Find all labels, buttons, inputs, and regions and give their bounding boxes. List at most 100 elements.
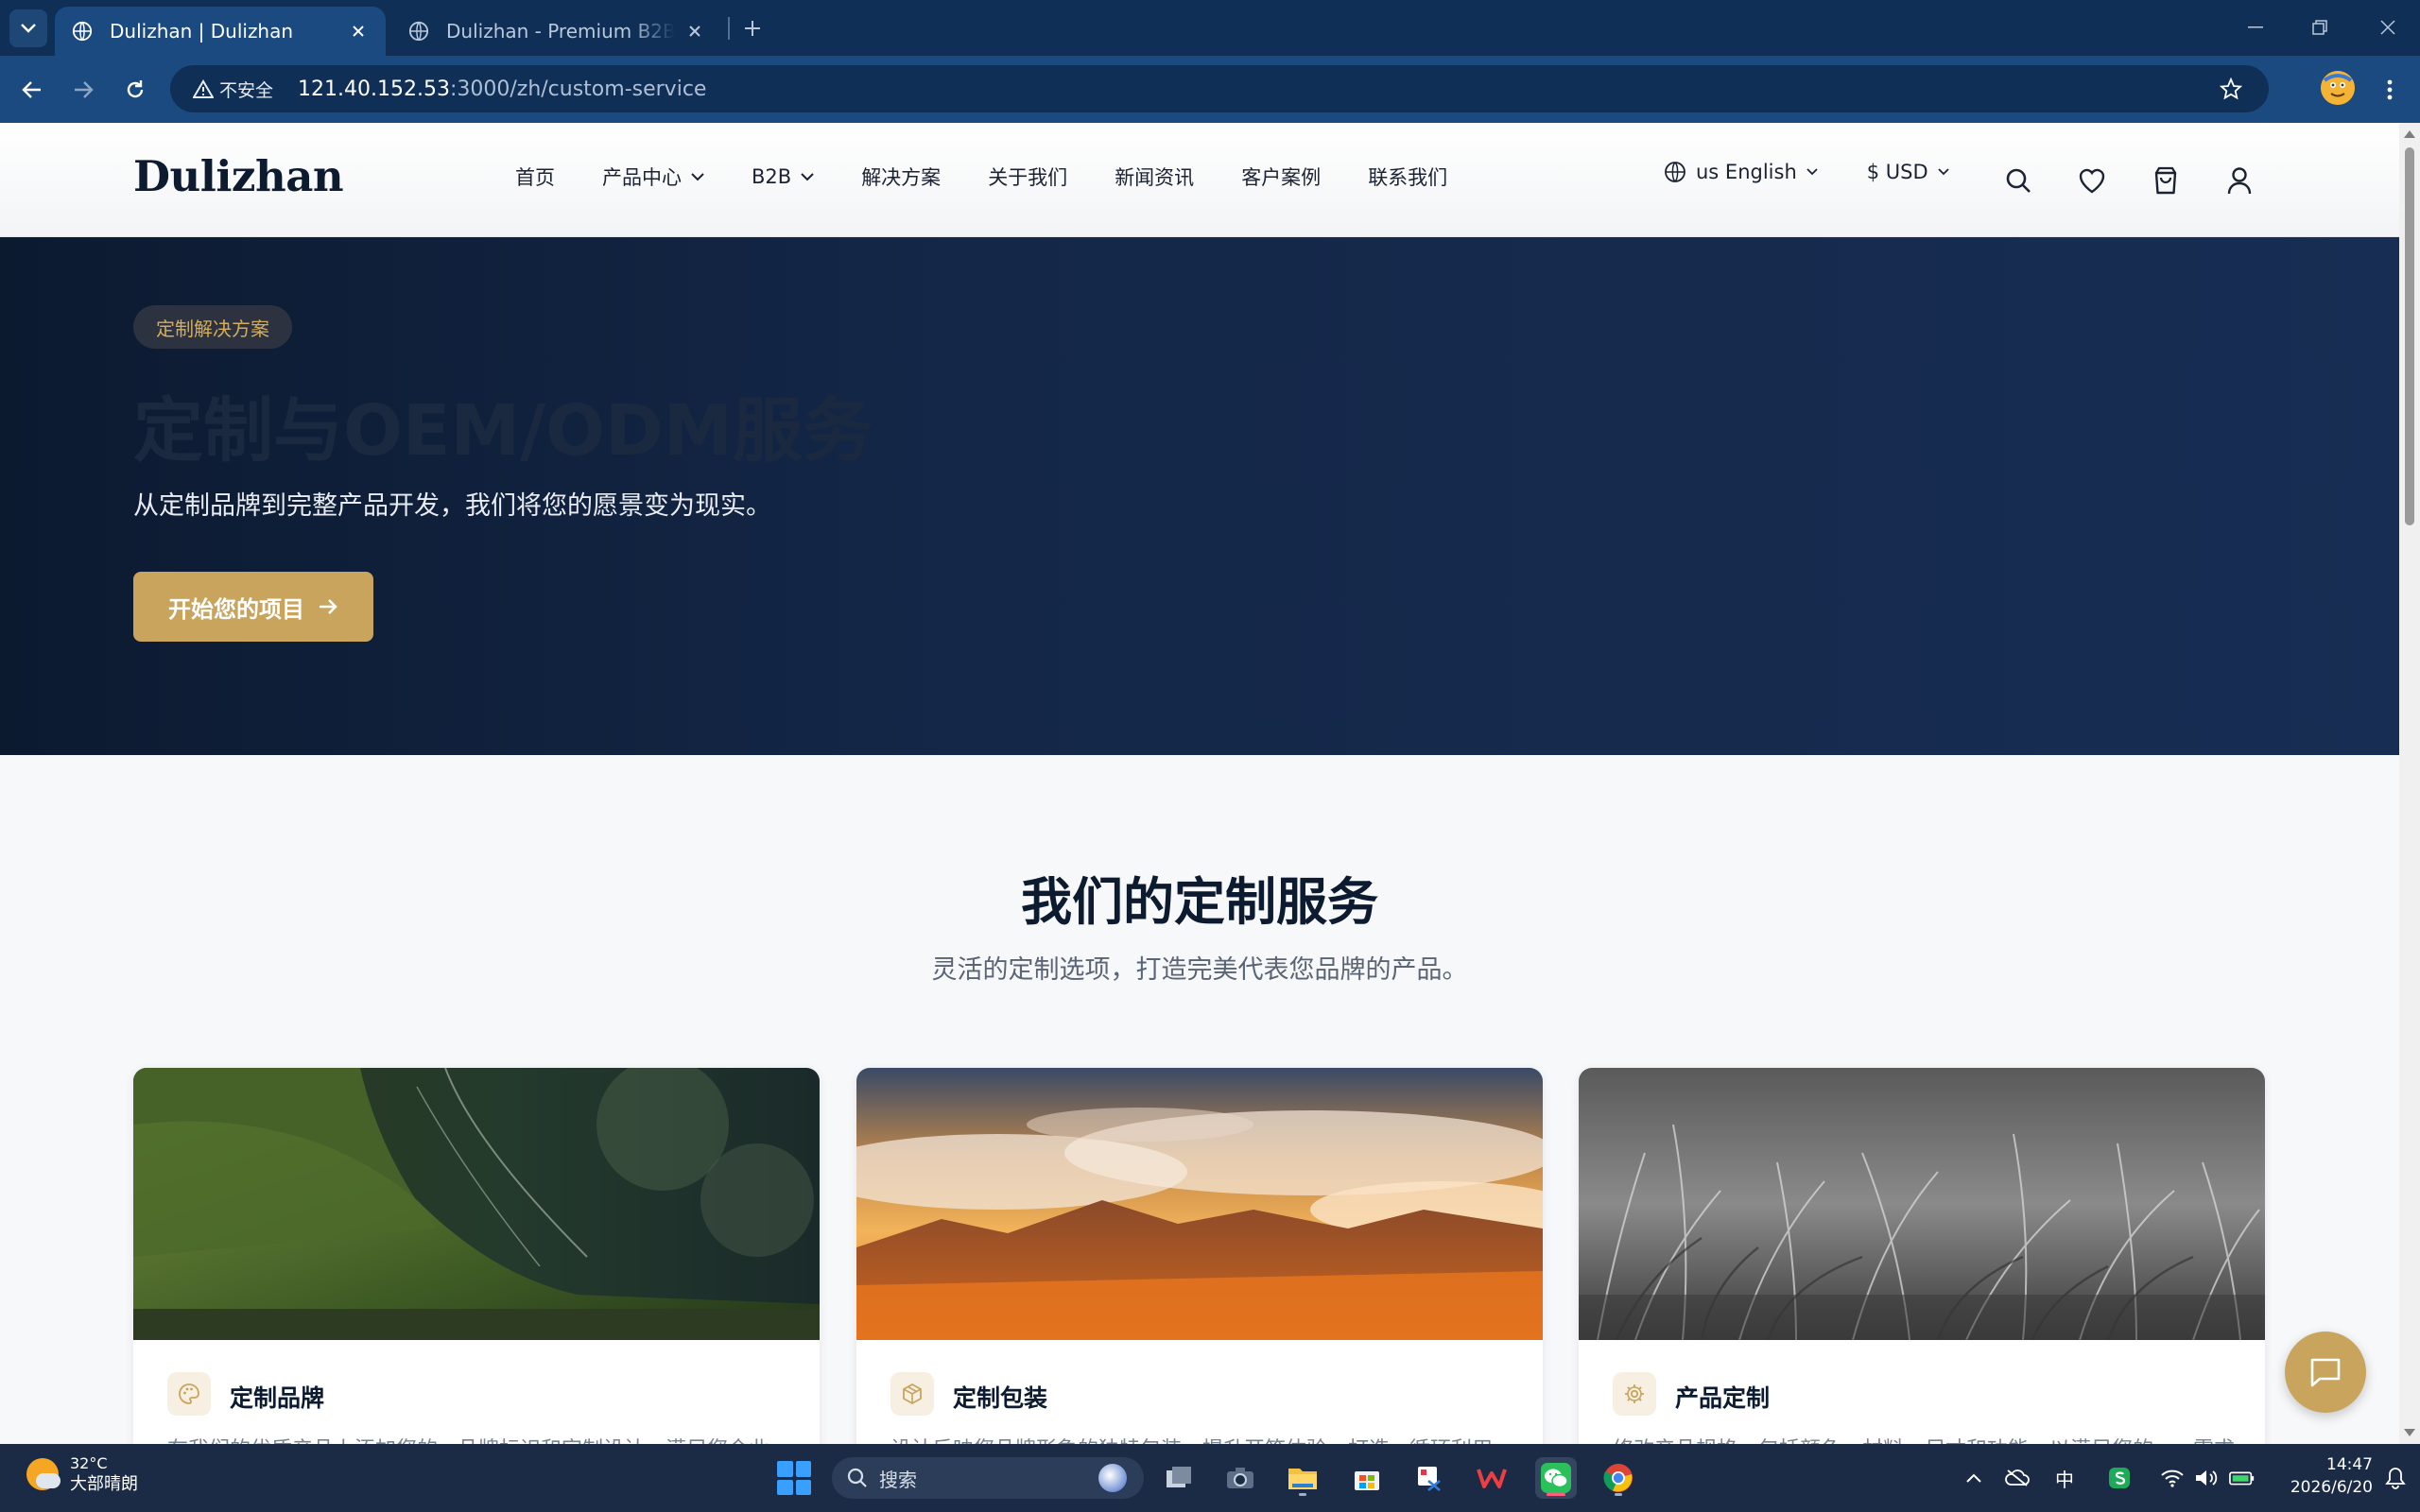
nav-item-news[interactable]: 新闻资讯 bbox=[1115, 163, 1194, 191]
scroll-up-arrow[interactable] bbox=[2404, 130, 2415, 138]
minimize-icon bbox=[2248, 26, 2263, 28]
security-chip[interactable]: 不安全 bbox=[182, 72, 285, 106]
nav-item-b2b[interactable]: B2B bbox=[752, 165, 814, 188]
account-button[interactable] bbox=[2223, 164, 2256, 197]
currency-label: $ USD bbox=[1866, 161, 1928, 183]
tab-title: Dulizhan - Premium B2B Solutions bbox=[446, 20, 675, 43]
profile-avatar[interactable] bbox=[2321, 71, 2355, 105]
wps-icon bbox=[1477, 1469, 1507, 1488]
start-button[interactable] bbox=[777, 1461, 811, 1495]
url-path: :3000/zh/custom-service bbox=[449, 77, 707, 101]
wifi-status[interactable] bbox=[2159, 1465, 2186, 1491]
taskbar-app-camera[interactable] bbox=[1219, 1457, 1261, 1499]
wifi-icon bbox=[2161, 1469, 2184, 1487]
plus-icon bbox=[745, 21, 760, 36]
reload-button[interactable] bbox=[116, 71, 154, 109]
page-scrollbar[interactable] bbox=[2399, 123, 2420, 1444]
nav-item-contact[interactable]: 联系我们 bbox=[1368, 163, 1447, 191]
hero-subtitle: 从定制品牌到完整产品开发，我们将您的愿景变为现实。 bbox=[133, 491, 771, 521]
card-description: 设计反映您品牌形象的独特包装，提升开箱体验，打造...循环利用... bbox=[890, 1433, 1514, 1444]
close-icon bbox=[2380, 20, 2395, 35]
chat-button[interactable] bbox=[2285, 1332, 2366, 1413]
system-clock[interactable]: 14:47 2026/6/20 bbox=[2259, 1453, 2373, 1499]
tab-search-button[interactable] bbox=[9, 9, 47, 47]
gear-icon bbox=[1613, 1372, 1656, 1416]
restore-button[interactable] bbox=[2299, 9, 2341, 45]
battery-status[interactable] bbox=[2229, 1465, 2256, 1491]
address-bar[interactable]: 不安全 121.40.152.53:3000/zh/custom-service bbox=[170, 65, 2269, 112]
taskbar-app-wps[interactable] bbox=[1471, 1457, 1512, 1499]
chevron-down-icon bbox=[1806, 168, 1818, 176]
nav-item-about[interactable]: 关于我们 bbox=[988, 163, 1067, 191]
search-highlight-icon bbox=[1098, 1464, 1127, 1492]
tab-title: Dulizhan | Dulizhan bbox=[110, 20, 294, 43]
start-project-button[interactable]: 开始您的项目 bbox=[133, 572, 373, 642]
weather-widget[interactable]: 32°C 大部晴朗 bbox=[26, 1453, 138, 1495]
service-card-packaging[interactable]: 定制包装 设计反映您品牌形象的独特包装，提升开箱体验，打造...循环利用... bbox=[856, 1068, 1543, 1444]
battery-icon bbox=[2229, 1471, 2255, 1486]
currency-selector[interactable]: $ USD bbox=[1867, 161, 1949, 183]
browser-toolbar: 不安全 121.40.152.53:3000/zh/custom-service bbox=[0, 56, 2420, 123]
window-close-button[interactable] bbox=[2367, 9, 2409, 45]
url-text[interactable]: 121.40.152.53:3000/zh/custom-service bbox=[298, 77, 706, 101]
task-view-button[interactable] bbox=[1159, 1457, 1201, 1499]
nav-label: B2B bbox=[752, 165, 792, 188]
nav-item-cases[interactable]: 客户案例 bbox=[1241, 163, 1321, 191]
tab-inactive[interactable]: Dulizhan - Premium B2B Solutions bbox=[391, 7, 722, 56]
volume-status[interactable] bbox=[2193, 1465, 2220, 1491]
warning-icon bbox=[193, 79, 214, 98]
new-tab-button[interactable] bbox=[737, 13, 768, 43]
camera-icon bbox=[1227, 1468, 1253, 1488]
sunset-mountains-photo bbox=[856, 1068, 1543, 1340]
nav-item-home[interactable]: 首页 bbox=[515, 163, 555, 191]
minimize-button[interactable] bbox=[2235, 9, 2276, 45]
tray-overflow-button[interactable] bbox=[1961, 1465, 1987, 1491]
nav-label: 首页 bbox=[515, 166, 555, 189]
taskbar-app-store[interactable] bbox=[1346, 1457, 1388, 1499]
url-host: 121.40.152.53 bbox=[298, 77, 450, 101]
language-selector[interactable]: us English bbox=[1664, 161, 1818, 183]
cart-button[interactable] bbox=[2150, 164, 2182, 197]
card-title: 定制包装 bbox=[953, 1384, 1048, 1412]
bookmark-button[interactable] bbox=[2216, 74, 2246, 104]
chevron-down-icon bbox=[1938, 168, 1949, 176]
close-icon[interactable] bbox=[348, 21, 369, 42]
taskbar-app-explorer[interactable] bbox=[1282, 1457, 1323, 1499]
card-title: 定制品牌 bbox=[230, 1384, 325, 1412]
forward-button[interactable] bbox=[64, 71, 102, 109]
service-card-product[interactable]: 产品定制 修改产品规格，包括颜色、材料、尺寸和功能，以满足您的......需求 bbox=[1579, 1068, 2265, 1444]
security-label: 不安全 bbox=[219, 79, 274, 101]
close-icon[interactable] bbox=[684, 21, 705, 42]
moss-tree-photo bbox=[133, 1068, 820, 1340]
nav-label: 解决方案 bbox=[861, 166, 942, 189]
service-card-branding[interactable]: 定制品牌 在我们的优质产品上添加您的...品牌标识和定制设计，满足您企业... bbox=[133, 1068, 820, 1444]
taskbar-app-chrome[interactable] bbox=[1598, 1457, 1639, 1499]
tray-cloud-sync[interactable] bbox=[2004, 1465, 2031, 1491]
taskbar-app-wechat[interactable] bbox=[1535, 1457, 1577, 1499]
store-icon bbox=[1355, 1471, 1379, 1490]
scroll-down-arrow[interactable] bbox=[2404, 1429, 2415, 1436]
taskbar-search[interactable]: 搜索 bbox=[832, 1457, 1144, 1499]
nav-label: 新闻资讯 bbox=[1115, 166, 1195, 189]
speaker-icon bbox=[2196, 1470, 2218, 1486]
tray-app-icon[interactable] bbox=[2106, 1465, 2133, 1491]
wishlist-button[interactable] bbox=[2076, 164, 2108, 197]
tab-active[interactable]: Dulizhan | Dulizhan bbox=[55, 7, 386, 56]
search-button[interactable] bbox=[2002, 164, 2034, 197]
page-viewport: Dulizhan 首页 产品中心 B2B 解决方案 关于我们 新闻资讯 客户案例… bbox=[0, 123, 2399, 1444]
nav-label: 客户案例 bbox=[1241, 166, 1322, 189]
nav-item-products[interactable]: 产品中心 bbox=[602, 163, 704, 191]
scroll-thumb[interactable] bbox=[2405, 147, 2414, 525]
browser-menu-button[interactable] bbox=[2373, 71, 2407, 109]
notification-button[interactable] bbox=[2382, 1465, 2409, 1491]
reload-icon bbox=[127, 80, 144, 98]
ime-indicator[interactable]: 中 bbox=[2051, 1465, 2078, 1491]
back-button[interactable] bbox=[13, 71, 51, 109]
weather-sun-icon bbox=[26, 1458, 60, 1490]
taskbar-app-snipping[interactable] bbox=[1409, 1457, 1450, 1499]
sogou-icon bbox=[2109, 1468, 2130, 1488]
language-label: us English bbox=[1696, 161, 1797, 183]
nav-item-solutions[interactable]: 解决方案 bbox=[861, 163, 941, 191]
site-logo[interactable]: Dulizhan bbox=[133, 151, 344, 201]
bell-icon bbox=[2385, 1468, 2406, 1489]
